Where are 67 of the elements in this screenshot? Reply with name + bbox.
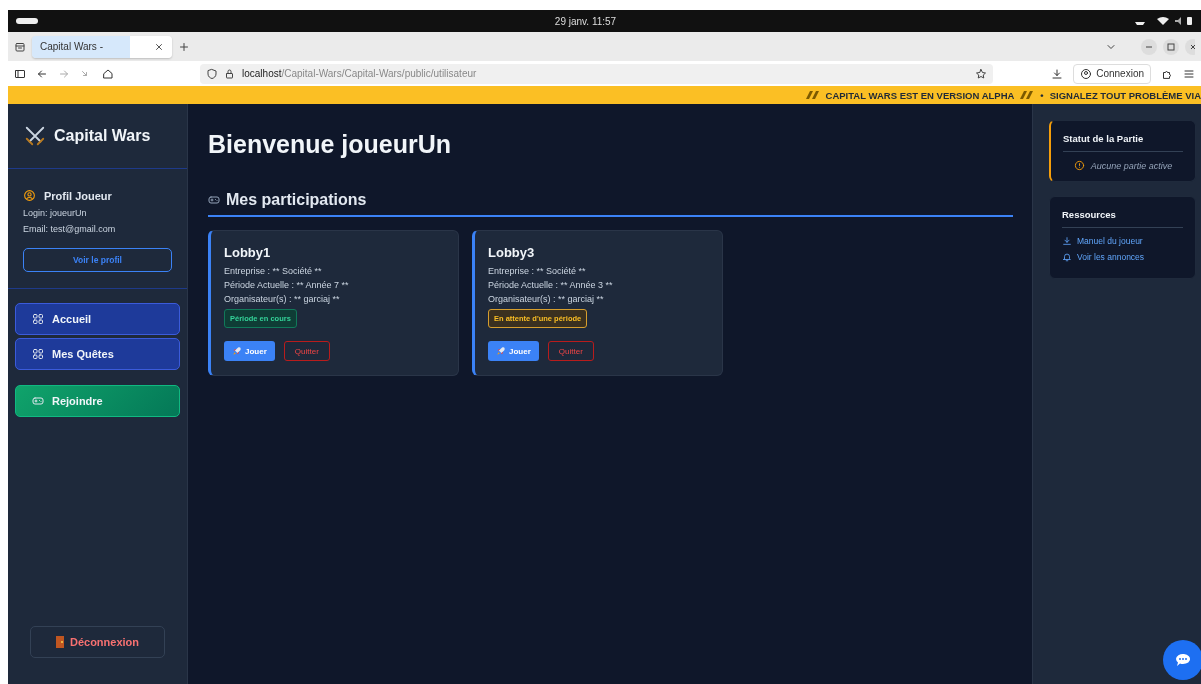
nav-button[interactable]: Rejoindre <box>15 385 180 417</box>
user-circle-icon <box>23 189 36 202</box>
clock: 29 janv. 11:57 <box>554 15 617 27</box>
logout-button[interactable]: Déconnexion <box>30 626 165 658</box>
brand-name: Capital Wars <box>54 127 151 145</box>
back-icon[interactable] <box>36 67 48 80</box>
quit-button[interactable]: Quitter <box>283 341 330 361</box>
restore-icon[interactable] <box>1163 38 1179 55</box>
address-bar[interactable]: localhost/Capital-Wars/Capital-Wars/public/utilisateur <box>200 63 993 84</box>
lock-icon <box>224 67 236 80</box>
card-title: Ressources <box>1062 209 1183 228</box>
download-icon <box>1062 236 1072 246</box>
gamepad-icon <box>208 194 220 206</box>
star-icon[interactable] <box>975 67 987 80</box>
card-title: Statut de la Partie <box>1063 133 1183 152</box>
crossed-swords-icon <box>24 125 46 147</box>
tab-list-icon[interactable] <box>14 40 26 53</box>
hazard-icon <box>1020 91 1035 99</box>
lobby-detail: Entreprise : ** Société ** <box>488 266 587 276</box>
lobby-name: Lobby1 <box>224 245 272 260</box>
bell-icon <box>1062 252 1072 262</box>
view-profile-button[interactable]: Voir le profil <box>23 248 172 272</box>
status-icons[interactable] <box>1133 16 1193 26</box>
home-icon[interactable] <box>102 67 114 80</box>
download-icon[interactable] <box>1051 67 1064 80</box>
shield-icon <box>206 67 218 80</box>
banner-text: CAPITAL WARS EST EN VERSION ALPHA <box>825 89 1015 101</box>
close-icon[interactable] <box>154 41 164 52</box>
plus-icon[interactable] <box>178 40 190 53</box>
play-button[interactable]: Jouer <box>224 341 275 361</box>
lobby-detail: Organisateur(s) : ** garciaj ** <box>224 294 341 304</box>
lobby-detail: Période Actuelle : ** Année 3 ** <box>488 280 614 290</box>
quit-button[interactable]: Quitter <box>547 341 594 361</box>
resource-link[interactable]: Voir les annonces <box>1062 252 1183 262</box>
close-icon[interactable] <box>1185 38 1195 55</box>
grid-icon <box>32 348 44 360</box>
minimize-icon[interactable] <box>1141 38 1157 55</box>
page-title: Bienvenue joueurUn <box>208 130 453 159</box>
profile-title: Profil Joueur <box>44 189 112 202</box>
separator-dot: • <box>1040 89 1044 101</box>
rocket-icon <box>496 346 506 356</box>
sidebar-icon[interactable] <box>14 67 26 80</box>
lobby-name: Lobby3 <box>488 245 536 260</box>
rocket-icon <box>232 346 242 356</box>
lobby-detail: Organisateur(s) : ** garciaj ** <box>488 294 605 304</box>
door-icon <box>55 636 64 648</box>
grid-icon <box>32 313 44 325</box>
lobby-detail: Entreprise : ** Société ** <box>224 266 323 276</box>
user-icon <box>1080 67 1093 80</box>
menu-icon[interactable] <box>1183 67 1195 80</box>
lobby-detail: Période Actuelle : ** Année 7 ** <box>224 280 350 290</box>
alert-circle-icon <box>1073 160 1085 171</box>
section-title: Mes participations <box>226 191 367 209</box>
email-text: Email: test@gmail.com <box>23 224 117 234</box>
nav-button[interactable]: Mes Quêtes <box>15 338 180 370</box>
browser-tab[interactable]: Capital Wars - <box>32 35 172 58</box>
play-button[interactable]: Jouer <box>488 341 539 361</box>
hazard-icon <box>805 91 820 99</box>
account-button[interactable]: Connexion <box>1073 63 1151 84</box>
status-message: Aucune partie active <box>1090 160 1173 171</box>
banner-text: SIGNALEZ TOUT PROBLÈME VIA <box>1049 89 1201 101</box>
login-text: Login: joueurUn <box>23 208 88 218</box>
resource-link[interactable]: Manuel du joueur <box>1062 236 1183 246</box>
gamepad-icon <box>32 395 44 407</box>
activities-indicator[interactable] <box>16 18 38 24</box>
chat-bubble-icon <box>1175 653 1191 667</box>
nav-button[interactable]: Accueil <box>15 303 180 335</box>
